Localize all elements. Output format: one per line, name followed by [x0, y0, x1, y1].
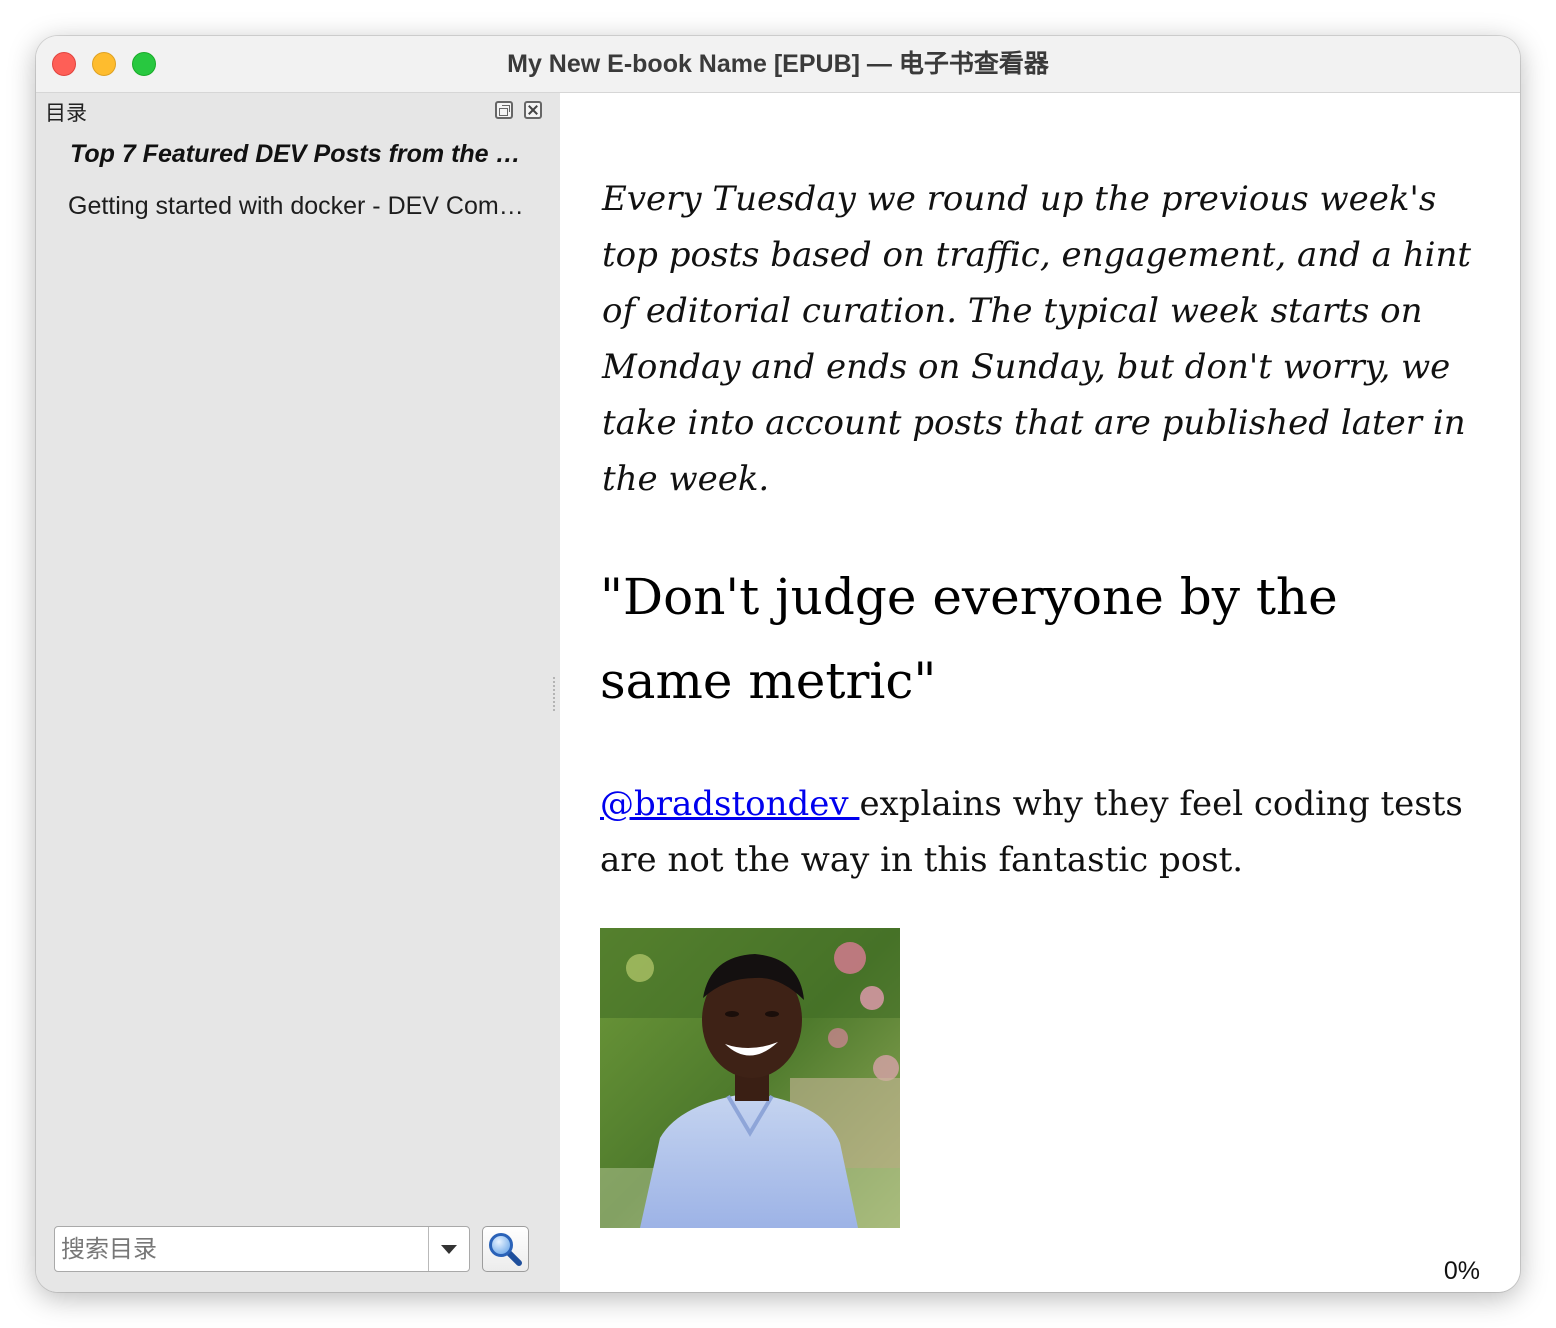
ebook-viewer-window: My New E-book Name [EPUB] — 电子书查看器 目录 To… — [36, 36, 1520, 1292]
book-content: Every Tuesday we round up the previous w… — [560, 93, 1520, 1292]
toc-search-combobox — [54, 1226, 470, 1272]
magnifier-icon — [489, 1233, 522, 1266]
intro-paragraph: Every Tuesday we round up the previous w… — [602, 179, 1472, 499]
toc-item-top-7-featured[interactable]: Top 7 Featured DEV Posts from the Past W… — [70, 140, 530, 169]
toc-title: 目录 — [45, 101, 87, 125]
window-title: My New E-book Name [EPUB] — 电子书查看器 — [507, 50, 1049, 78]
toc-search-button[interactable] — [482, 1226, 529, 1272]
author-mention-link[interactable]: @bradstondev — [600, 784, 859, 824]
caret-down-icon[interactable] — [428, 1227, 469, 1271]
dock-close-icon[interactable] — [524, 101, 542, 119]
author-photo — [600, 928, 900, 1228]
toc-sidebar: 目录 Top 7 Featured DEV Posts from the Pas… — [36, 93, 560, 1292]
toc-item-getting-started-docker[interactable]: Getting started with docker - DEV Commun… — [68, 192, 538, 221]
author-photo-image — [600, 928, 900, 1228]
reading-progress: 0% — [1443, 1257, 1480, 1285]
body-paragraph: @bradstondev explains why they feel codi… — [600, 776, 1480, 888]
section-heading: "Don't judge everyone by the same metric… — [600, 568, 1338, 710]
toc-search-input[interactable] — [61, 1231, 421, 1267]
splitter-handle[interactable] — [553, 677, 557, 711]
title-bar: My New E-book Name [EPUB] — 电子书查看器 — [36, 36, 1520, 93]
dock-float-icon[interactable] — [495, 101, 513, 119]
